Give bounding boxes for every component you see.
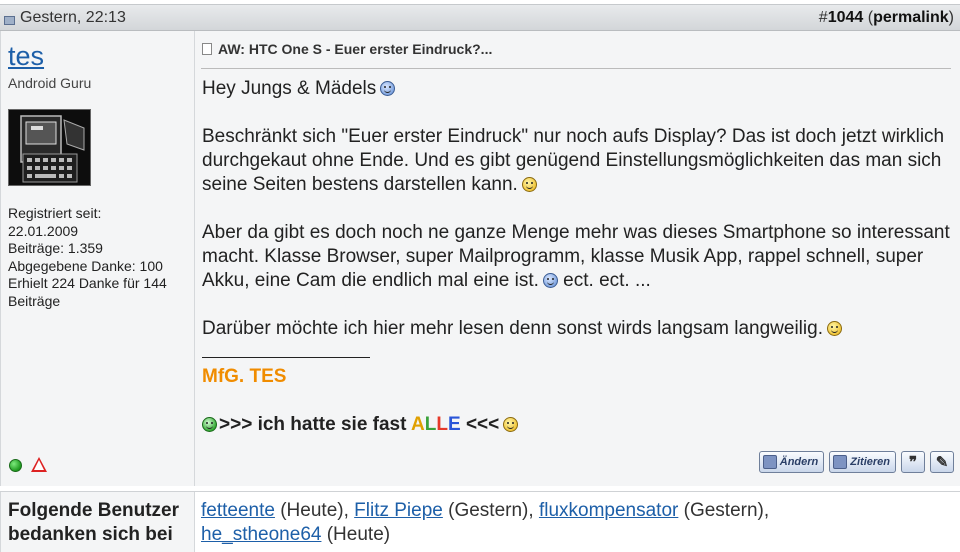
thanks-user-link[interactable]: fluxkompensator bbox=[539, 500, 678, 521]
post-count: Beiträge: 1.359 bbox=[8, 240, 103, 256]
signature-text: MfG. TES bbox=[202, 366, 287, 387]
edit-button[interactable]: Ändern bbox=[758, 451, 825, 473]
motto-line: >>> ich hatte sie fast ALLE <<< bbox=[202, 413, 952, 437]
user-title: Android Guru bbox=[8, 75, 92, 91]
paragraph-1: Beschränkt sich "Euer erster Eindruck" n… bbox=[202, 125, 952, 197]
report-warning-icon[interactable] bbox=[31, 457, 47, 472]
username-link[interactable]: tes bbox=[8, 41, 44, 72]
message-column: AW: HTC One S - Euer erster Eindruck?...… bbox=[195, 31, 960, 486]
wink-smiley-icon bbox=[380, 81, 396, 96]
message-body: Hey Jungs & Mädels Beschränkt sich "Euer… bbox=[202, 77, 952, 437]
thanks-user-when: (Heute), bbox=[274, 500, 355, 521]
bored-smiley-icon bbox=[826, 321, 842, 336]
online-status-icon bbox=[9, 459, 22, 472]
post-number-prefix: # bbox=[818, 9, 828, 26]
thanks-given: Abgegebene Danke: 100 bbox=[8, 257, 163, 274]
motto-letter-l2: L bbox=[436, 414, 448, 435]
post-date: Gestern, 22:13 bbox=[20, 9, 126, 26]
thanks-user-when: (Heute) bbox=[321, 524, 391, 545]
thanks-user-link[interactable]: he_stheone64 bbox=[201, 524, 321, 545]
multiquote-icon: ❞ bbox=[908, 454, 918, 471]
quote-icon bbox=[833, 455, 848, 469]
user-stats: Registriert seit: 22.01.2009 Beiträge: 1… bbox=[8, 205, 193, 310]
thanks-user-link[interactable]: Flitz Piepe bbox=[354, 500, 443, 521]
motto-pre: >>> ich hatte sie fast bbox=[219, 414, 407, 435]
permalink-link[interactable]: permalink bbox=[873, 9, 949, 26]
edit-button-label: Ändern bbox=[779, 456, 819, 468]
motto-letter-a: A bbox=[411, 414, 425, 435]
motto-letter-e: E bbox=[447, 414, 461, 435]
quote-button[interactable]: Zitieren bbox=[829, 451, 896, 473]
quote-button-label: Zitieren bbox=[850, 456, 890, 468]
post-status-icon bbox=[4, 15, 15, 25]
paragraph-2: Aber da gibt es doch noch ne ganze Menge… bbox=[202, 221, 952, 293]
smile-smiley-icon bbox=[521, 177, 537, 192]
title-divider bbox=[201, 68, 951, 69]
multiquote-button[interactable]: ❞ bbox=[901, 451, 925, 473]
paragraph-3-text: Darüber möchte ich hier mehr lesen denn … bbox=[202, 318, 823, 339]
cool-smiley-icon bbox=[542, 273, 558, 288]
message-title: AW: HTC One S - Euer erster Eindruck?... bbox=[218, 41, 493, 57]
thanks-section: Folgende Benutzer bedanken sich bei fett… bbox=[0, 491, 960, 552]
message-title-row: AW: HTC One S - Euer erster Eindruck?... bbox=[202, 41, 492, 57]
signature-divider bbox=[202, 345, 370, 358]
post-number-link[interactable]: 1044 bbox=[828, 9, 864, 26]
thanks-label: Folgende Benutzer bedanken sich bei bbox=[0, 492, 195, 552]
post-number-area: #1044 (permalink) bbox=[818, 9, 954, 26]
user-avatar[interactable] bbox=[8, 109, 91, 186]
registered-label: Registriert seit: bbox=[8, 205, 102, 221]
thanks-user-when: (Gestern), bbox=[678, 500, 770, 521]
post-date-area: Gestern, 22:13 bbox=[4, 9, 126, 27]
paragraph-2-tail: ect. ect. ... bbox=[563, 270, 651, 291]
greeting-text: Hey Jungs & Mädels bbox=[202, 78, 377, 99]
thanks-user-when: (Gestern), bbox=[442, 500, 539, 521]
paragraph-1-text: Beschränkt sich "Euer erster Eindruck" n… bbox=[202, 126, 945, 195]
quick-reply-button[interactable]: ✎ bbox=[930, 451, 954, 473]
registered-date: 22.01.2009 bbox=[8, 222, 79, 239]
user-info-column: tes Android Guru Registriert seit: 22.01… bbox=[0, 31, 195, 486]
document-icon bbox=[202, 43, 212, 55]
motto-letter-l1: L bbox=[424, 414, 437, 435]
quick-reply-icon: ✎ bbox=[935, 454, 949, 471]
signature-rule bbox=[202, 341, 952, 365]
greeting-line: Hey Jungs & Mädels bbox=[202, 77, 952, 101]
thanks-user-link[interactable]: fetteente bbox=[201, 500, 275, 521]
smile-smiley-icon-2 bbox=[503, 417, 519, 432]
paragraph-3: Darüber möchte ich hier mehr lesen denn … bbox=[202, 317, 952, 341]
motto-post: <<< bbox=[460, 414, 500, 435]
grin-smiley-icon bbox=[202, 417, 217, 432]
thanks-received: Erhielt 224 Danke für 144 Beiträge bbox=[8, 275, 167, 309]
post-header: Gestern, 22:13 #1044 (permalink) bbox=[0, 4, 960, 31]
post-action-bar: Ändern Zitieren ❞ ✎ bbox=[758, 451, 954, 473]
edit-icon bbox=[762, 455, 777, 469]
